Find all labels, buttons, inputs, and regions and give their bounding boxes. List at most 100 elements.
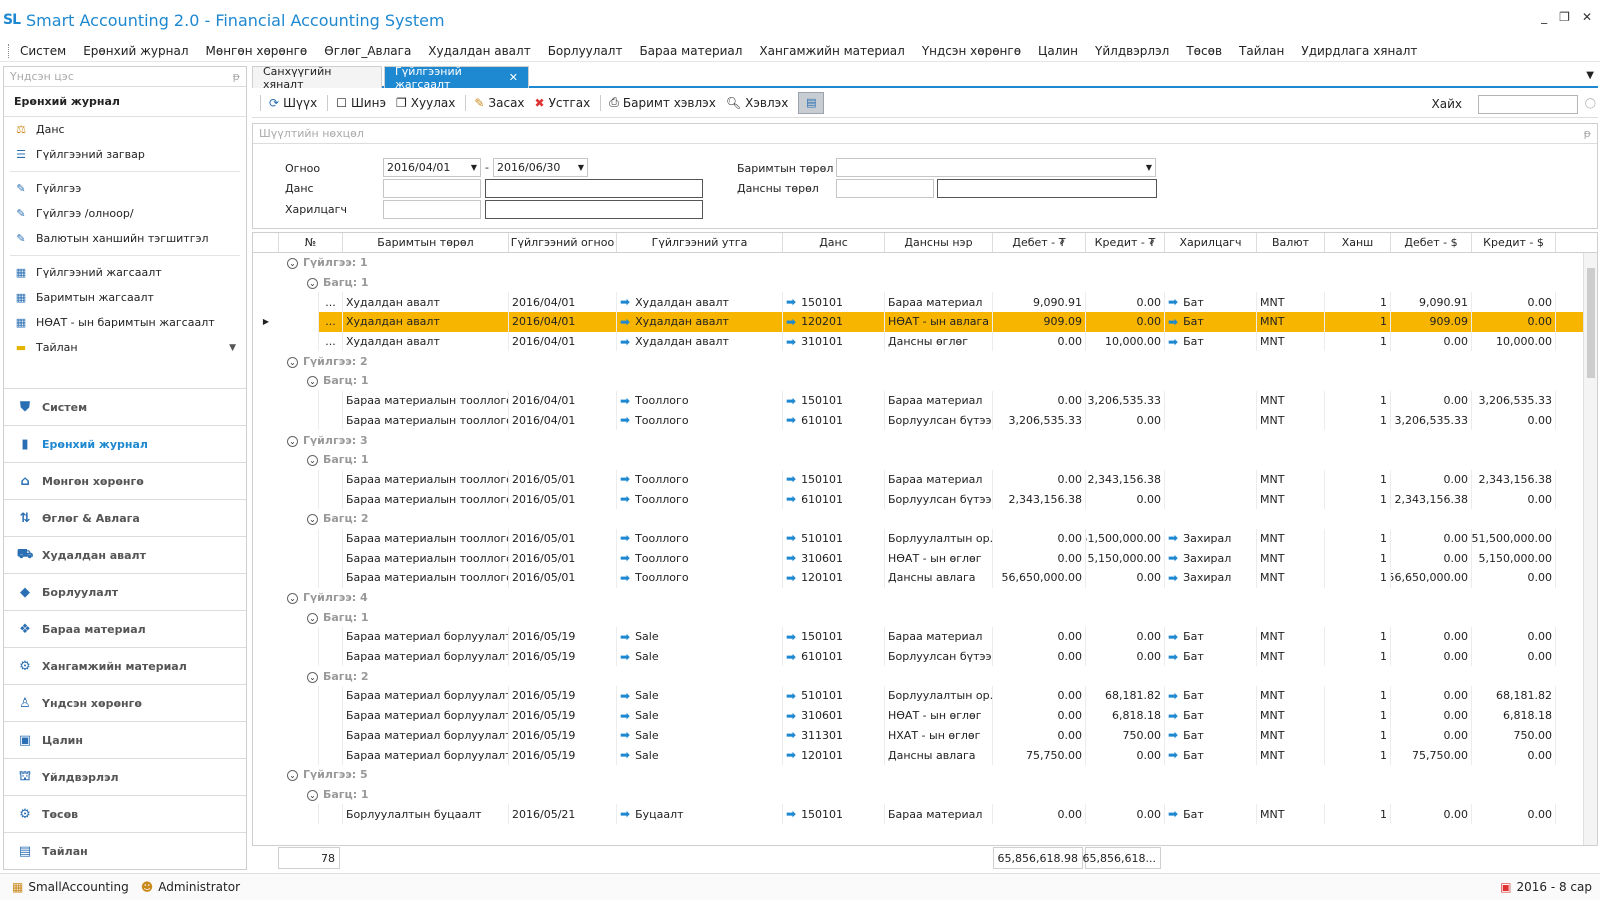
copy-button[interactable]: ❐ Хуулах: [396, 96, 455, 110]
search-input[interactable]: [1478, 95, 1578, 114]
collapse-icon[interactable]: ⌄: [287, 258, 298, 270]
new-button[interactable]: ☐ Шинэ: [336, 96, 386, 110]
link-arrow-icon[interactable]: ➡: [786, 728, 796, 742]
link-arrow-icon[interactable]: ➡: [786, 531, 796, 545]
table-row[interactable]: Борлуулалтын буцаалт 2016/05/21 ➡ Буцаалт ➡ 1…: [253, 804, 1597, 824]
link-arrow-icon[interactable]: ➡: [620, 748, 630, 762]
menu-item[interactable]: Систем: [20, 44, 66, 58]
group-row[interactable]: ⌄ Гүйлгээ: 1: [253, 253, 1597, 273]
tree-item[interactable]: ▦ Гүйлгээний жагсаалт: [4, 260, 246, 285]
tree-item[interactable]: ✎ Гүйлгээ /олноор/: [4, 201, 246, 226]
acctype-code-input[interactable]: [836, 179, 934, 198]
table-row[interactable]: Бараа материал борлуулалт 2016/05/19 ➡ Sale…: [253, 745, 1597, 765]
link-arrow-icon[interactable]: ➡: [620, 571, 630, 585]
group-row[interactable]: ⌄ Багц: 1: [253, 450, 1597, 470]
pin-icon[interactable]: ᵽ: [233, 70, 240, 83]
column-header[interactable]: Ханш: [1325, 233, 1391, 252]
menu-item[interactable]: Борлуулалт: [548, 44, 623, 58]
link-arrow-icon[interactable]: ➡: [1168, 531, 1178, 545]
print-button[interactable]: 🔍︎ Хэвлэх: [726, 96, 788, 110]
table-row[interactable]: Бараа материал борлуулалт 2016/05/19 ➡ Sale…: [253, 646, 1597, 667]
tree-item[interactable]: ▦ НӨАТ - ын баримтын жагсаалт: [4, 310, 246, 335]
nav-item[interactable]: ▤ Тайлан: [4, 832, 246, 869]
tab-transaction-list[interactable]: Гүйлгээний жагсаалт ✕: [384, 65, 529, 91]
link-arrow-icon[interactable]: ➡: [786, 295, 796, 309]
nav-item[interactable]: ⌂ Мөнгөн хөрөнгө: [4, 462, 246, 499]
partner-name-input[interactable]: [485, 200, 703, 219]
collapse-icon[interactable]: ⌄: [307, 612, 318, 624]
link-arrow-icon[interactable]: ➡: [1168, 728, 1178, 742]
table-row[interactable]: Бараа материал борлуулалт 2016/05/19 ➡ Sale…: [253, 686, 1597, 706]
table-row[interactable]: Бараа материалын тооллого 2016/05/01 ➡ Тоол…: [253, 489, 1597, 509]
link-arrow-icon[interactable]: ➡: [620, 650, 630, 664]
delete-button[interactable]: ✖ Устгах: [535, 96, 591, 110]
date-from-input[interactable]: 2016/04/01 ▼: [383, 158, 481, 177]
menu-item[interactable]: Төсөв: [1186, 44, 1222, 58]
scrollbar-thumb[interactable]: [1587, 268, 1595, 378]
link-arrow-icon[interactable]: ➡: [1168, 335, 1178, 349]
column-header[interactable]: Кредит - $: [1472, 233, 1556, 252]
status-period[interactable]: ▣ 2016 - 8 сар: [1500, 880, 1592, 894]
link-arrow-icon[interactable]: ➡: [620, 315, 630, 329]
menu-item[interactable]: Мөнгөн хөрөнгө: [206, 44, 308, 58]
acctype-name-input[interactable]: [937, 179, 1157, 198]
link-arrow-icon[interactable]: ➡: [1168, 571, 1178, 585]
menu-item[interactable]: Үндсэн хөрөнгө: [922, 44, 1021, 58]
link-arrow-icon[interactable]: ➡: [786, 551, 796, 565]
table-row[interactable]: Бараа материалын тооллого 2016/05/01 ➡ Тоол…: [253, 469, 1597, 490]
link-arrow-icon[interactable]: ➡: [620, 551, 630, 565]
nav-item[interactable]: ❖ Бараа материал: [4, 610, 246, 647]
group-row[interactable]: ⌄ Багц: 1: [253, 785, 1597, 805]
filter-button[interactable]: ⟳ Шүүх: [269, 96, 317, 110]
collapse-icon[interactable]: ⌄: [307, 789, 318, 801]
group-row[interactable]: ⌄ Багц: 2: [253, 509, 1597, 529]
nav-item[interactable]: ♙ Үндсэн хөрөнгө: [4, 684, 246, 721]
group-row[interactable]: ⌄ Багц: 1: [253, 371, 1597, 391]
nav-item[interactable]: ⚙ Хангамжийн материал: [4, 647, 246, 684]
chevron-down-icon[interactable]: ▼: [578, 163, 584, 172]
tab-finance-control[interactable]: Санхүүгийн хяналт: [252, 65, 382, 91]
table-row[interactable]: Бараа материал борлуулалт 2016/05/19 ➡ Sale…: [253, 705, 1597, 726]
link-arrow-icon[interactable]: ➡: [1168, 689, 1178, 703]
tree-item[interactable]: ✎ Гүйлгээ: [4, 176, 246, 201]
tree-item[interactable]: ▬ Тайлан ▼: [4, 335, 246, 360]
nav-item[interactable]: ▮ Ерөнхий журнал: [4, 425, 246, 462]
link-arrow-icon[interactable]: ➡: [786, 394, 796, 408]
print-doc-button[interactable]: ⎙ Баримт хэвлэх: [609, 95, 716, 110]
restore-button[interactable]: ❐: [1559, 10, 1570, 24]
tree-item[interactable]: ⚖ Данс: [4, 117, 246, 142]
group-row[interactable]: ⌄ Гүйлгээ: 2: [253, 351, 1597, 371]
link-arrow-icon[interactable]: ➡: [620, 709, 630, 723]
chevron-down-icon[interactable]: ▼: [1586, 70, 1594, 81]
table-row[interactable]: Бараа материалын тооллого 2016/05/01 ➡ Тоол…: [253, 548, 1597, 568]
group-row[interactable]: ⌄ Багц: 1: [253, 607, 1597, 627]
menu-item[interactable]: Бараа материал: [639, 44, 742, 58]
column-header[interactable]: Харилцагч: [1165, 233, 1257, 252]
link-arrow-icon[interactable]: ➡: [786, 315, 796, 329]
nav-item[interactable]: ⇅ Өглөг & Авлага: [4, 499, 246, 536]
column-header[interactable]: Валют: [1257, 233, 1325, 252]
collapse-icon[interactable]: ⌄: [287, 593, 298, 605]
link-arrow-icon[interactable]: ➡: [786, 413, 796, 427]
link-arrow-icon[interactable]: ➡: [620, 472, 630, 486]
group-row[interactable]: ⌄ Гүйлгээ: 5: [253, 765, 1597, 785]
toggle-filter-panel-button[interactable]: ▤: [798, 91, 825, 114]
menu-item[interactable]: Цалин: [1038, 44, 1078, 58]
link-arrow-icon[interactable]: ➡: [620, 394, 630, 408]
collapse-icon[interactable]: ⌄: [287, 770, 298, 782]
link-arrow-icon[interactable]: ➡: [1168, 650, 1178, 664]
link-arrow-icon[interactable]: ➡: [786, 689, 796, 703]
link-arrow-icon[interactable]: ➡: [1168, 315, 1178, 329]
link-arrow-icon[interactable]: ➡: [786, 472, 796, 486]
chevron-down-icon[interactable]: ▼: [229, 343, 236, 353]
edit-button[interactable]: ✎ Засах: [474, 96, 524, 110]
link-arrow-icon[interactable]: ➡: [1168, 748, 1178, 762]
link-arrow-icon[interactable]: ➡: [786, 748, 796, 762]
menu-item[interactable]: Ерөнхий журнал: [83, 44, 188, 58]
menu-item[interactable]: Тайлан: [1239, 44, 1284, 58]
close-button[interactable]: ✕: [1582, 10, 1592, 24]
group-row[interactable]: ⌄ Гүйлгээ: 4: [253, 588, 1597, 608]
group-row[interactable]: ⌄ Багц: 1: [253, 273, 1597, 293]
table-row[interactable]: Бараа материалын тооллого 2016/05/01 ➡ Тоол…: [253, 528, 1597, 549]
link-arrow-icon[interactable]: ➡: [786, 807, 796, 821]
